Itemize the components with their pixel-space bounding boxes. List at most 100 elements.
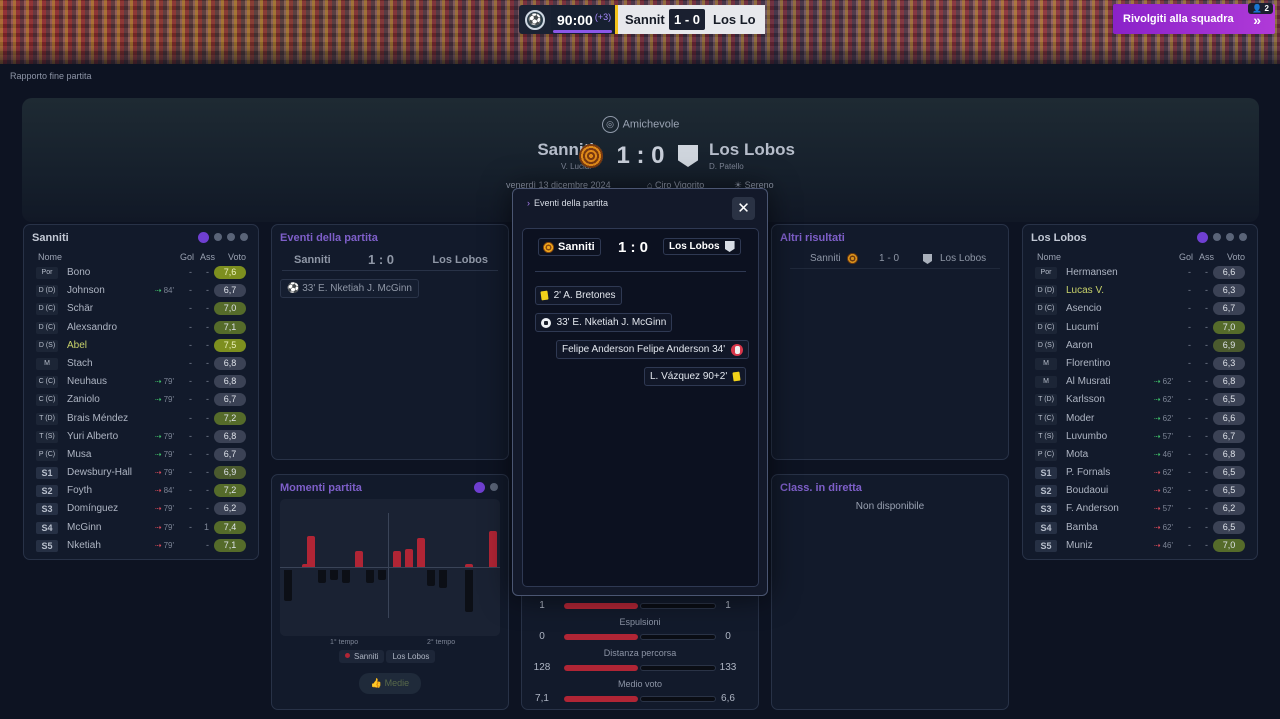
- player-row[interactable]: S2 Foyth ⇢ 84' - -7,2: [32, 482, 248, 500]
- player-name[interactable]: Schär: [67, 303, 93, 314]
- player-name[interactable]: Muniz: [1066, 540, 1093, 551]
- player-row[interactable]: Por Bono - -7,6: [32, 264, 248, 282]
- player-name[interactable]: Yuri Alberto: [67, 431, 118, 442]
- player-name[interactable]: F. Anderson: [1066, 503, 1119, 514]
- player-name[interactable]: Alexsandro: [67, 322, 117, 333]
- event-chip[interactable]: ⚽ 33' E. Nketiah J. McGinn: [280, 279, 419, 298]
- player-name[interactable]: Musa: [67, 449, 91, 460]
- player-name[interactable]: Bamba: [1066, 522, 1098, 533]
- player-name[interactable]: Bono: [67, 267, 90, 278]
- other-result-row[interactable]: Sanniti 1 - 0 Los Lobos: [790, 249, 1000, 269]
- player-row[interactable]: T (D) Brais Méndez - -7,2: [32, 410, 248, 428]
- player-row[interactable]: D (C) Lucumí - -7,0: [1031, 319, 1247, 337]
- player-row[interactable]: S4 Bamba ⇢ 62' - -6,5: [1031, 519, 1247, 537]
- player-row[interactable]: D (S) Abel - -7,5: [32, 337, 248, 355]
- player-row[interactable]: S3 Domínguez ⇢ 79' - -6,2: [32, 500, 248, 518]
- rating-badge: 7,2: [214, 411, 246, 425]
- player-name[interactable]: Johnson: [67, 285, 105, 296]
- modal-away-team[interactable]: Los Lobos: [663, 238, 741, 255]
- rating-badge: 6,3: [1213, 284, 1245, 298]
- event-substitution[interactable]: Felipe Anderson Felipe Anderson 34': [556, 340, 749, 359]
- player-name[interactable]: Brais Méndez: [67, 413, 128, 424]
- player-row[interactable]: D (C) Asencio - -6,7: [1031, 300, 1247, 318]
- rating-badge: 6,2: [214, 502, 246, 516]
- player-name[interactable]: Karlsson: [1066, 394, 1105, 405]
- player-row[interactable]: S2 Boudaoui ⇢ 62' - -6,5: [1031, 482, 1247, 500]
- away-team-name[interactable]: Los Lobos: [709, 140, 795, 160]
- player-row[interactable]: T (S) Luvumbo ⇢ 57' - -6,7: [1031, 428, 1247, 446]
- player-name[interactable]: Dewsbury-Hall: [67, 467, 132, 478]
- player-name[interactable]: Hermansen: [1066, 267, 1118, 278]
- player-row[interactable]: D (D) Johnson ⇢ 84' - -6,7: [32, 282, 248, 300]
- player-row[interactable]: T (S) Yuri Alberto ⇢ 79' - -6,8: [32, 428, 248, 446]
- modal-home-team[interactable]: Sanniti: [538, 238, 601, 256]
- rating-badge: 6,7: [214, 284, 246, 298]
- player-row[interactable]: C (C) Neuhaus ⇢ 79' - -6,8: [32, 373, 248, 391]
- goals-value: -: [1188, 521, 1191, 532]
- player-name[interactable]: Abel: [67, 340, 87, 351]
- assists-value: -: [206, 503, 209, 514]
- player-name[interactable]: Lucas V.: [1066, 285, 1104, 296]
- match-moments-panel: Momenti partita 1° tempo 2° tempo Sannit…: [271, 474, 509, 710]
- player-row[interactable]: D (C) Schär - -7,0: [32, 300, 248, 318]
- player-name[interactable]: Stach: [67, 358, 93, 369]
- substitution-time: ⇢ 79': [154, 377, 174, 387]
- player-name[interactable]: Nketiah: [67, 540, 101, 551]
- players-header: Nome Gol Ass Voto: [1037, 252, 1245, 262]
- player-row[interactable]: M Florentino - -6,3: [1031, 355, 1247, 373]
- player-row[interactable]: P (C) Musa ⇢ 79' - -6,7: [32, 446, 248, 464]
- position-badge: S5: [1035, 539, 1057, 552]
- player-name[interactable]: Luvumbo: [1066, 431, 1107, 442]
- player-name[interactable]: Zaniolo: [67, 394, 100, 405]
- player-row[interactable]: S1 Dewsbury-Hall ⇢ 79' - -6,9: [32, 464, 248, 482]
- player-name[interactable]: McGinn: [67, 522, 101, 533]
- player-row[interactable]: S3 F. Anderson ⇢ 57' - -6,2: [1031, 500, 1247, 518]
- player-name[interactable]: P. Fornals: [1066, 467, 1110, 478]
- player-name[interactable]: Florentino: [1066, 358, 1110, 369]
- goals-value: -: [189, 339, 192, 350]
- player-name[interactable]: Foyth: [67, 485, 92, 496]
- away-moment-bar: [284, 570, 292, 601]
- player-row[interactable]: S5 Muniz ⇢ 46' - -7,0: [1031, 537, 1247, 555]
- player-row[interactable]: C (C) Zaniolo ⇢ 79' - -6,7: [32, 391, 248, 409]
- talk-to-team-button[interactable]: Rivolgiti alla squadra » 👤 2: [1113, 3, 1275, 34]
- player-row[interactable]: T (C) Moder ⇢ 62' - -6,6: [1031, 410, 1247, 428]
- player-name[interactable]: Domínguez: [67, 503, 118, 514]
- assists-value: -: [1205, 321, 1208, 332]
- player-name[interactable]: Asencio: [1066, 303, 1102, 314]
- averages-button[interactable]: 👍 Medie: [359, 673, 421, 694]
- player-name[interactable]: Aaron: [1066, 340, 1093, 351]
- away-moment-bar: [330, 570, 338, 580]
- close-button[interactable]: ✕: [732, 197, 755, 220]
- player-row[interactable]: S1 P. Fornals ⇢ 62' - -6,5: [1031, 464, 1247, 482]
- player-row[interactable]: M Al Musrati ⇢ 62' - -6,8: [1031, 373, 1247, 391]
- player-name[interactable]: Lucumí: [1066, 322, 1099, 333]
- event-yellow-card[interactable]: L. Vázquez 90+2': [644, 367, 746, 386]
- player-row[interactable]: D (S) Aaron - -6,9: [1031, 337, 1247, 355]
- rating-badge: 6,8: [1213, 447, 1245, 461]
- player-row[interactable]: M Stach - -6,8: [32, 355, 248, 373]
- player-row[interactable]: T (D) Karlsson ⇢ 62' - -6,5: [1031, 391, 1247, 409]
- legend-away: Los Lobos: [386, 650, 436, 663]
- player-name[interactable]: Mota: [1066, 449, 1088, 460]
- player-name[interactable]: Neuhaus: [67, 376, 107, 387]
- player-row[interactable]: D (D) Lucas V. - -6,3: [1031, 282, 1247, 300]
- player-row[interactable]: Por Hermansen - -6,6: [1031, 264, 1247, 282]
- panel-pager[interactable]: [1197, 232, 1247, 243]
- player-row[interactable]: S4 McGinn ⇢ 79' -1 7,4: [32, 519, 248, 537]
- event-goal[interactable]: 33' E. Nketiah J. McGinn: [535, 313, 673, 332]
- player-row[interactable]: S5 Nketiah ⇢ 79' -7,1: [32, 537, 248, 555]
- player-name[interactable]: Boudaoui: [1066, 485, 1108, 496]
- assists-value: -: [1205, 303, 1208, 314]
- rating-badge: 6,3: [1213, 356, 1245, 370]
- scorebug-score: 1 - 0: [667, 5, 707, 34]
- panel-pager[interactable]: [198, 232, 248, 243]
- player-row[interactable]: D (C) Alexsandro - -7,1: [32, 319, 248, 337]
- assists-value: -: [1205, 467, 1208, 478]
- player-name[interactable]: Al Musrati: [1066, 376, 1110, 387]
- event-yellow-card[interactable]: 2' A. Bretones: [535, 286, 622, 305]
- away-moment-bar: [465, 570, 473, 612]
- player-name[interactable]: Moder: [1066, 413, 1094, 424]
- player-row[interactable]: P (C) Mota ⇢ 46' - -6,8: [1031, 446, 1247, 464]
- panel-pager[interactable]: [474, 482, 498, 493]
